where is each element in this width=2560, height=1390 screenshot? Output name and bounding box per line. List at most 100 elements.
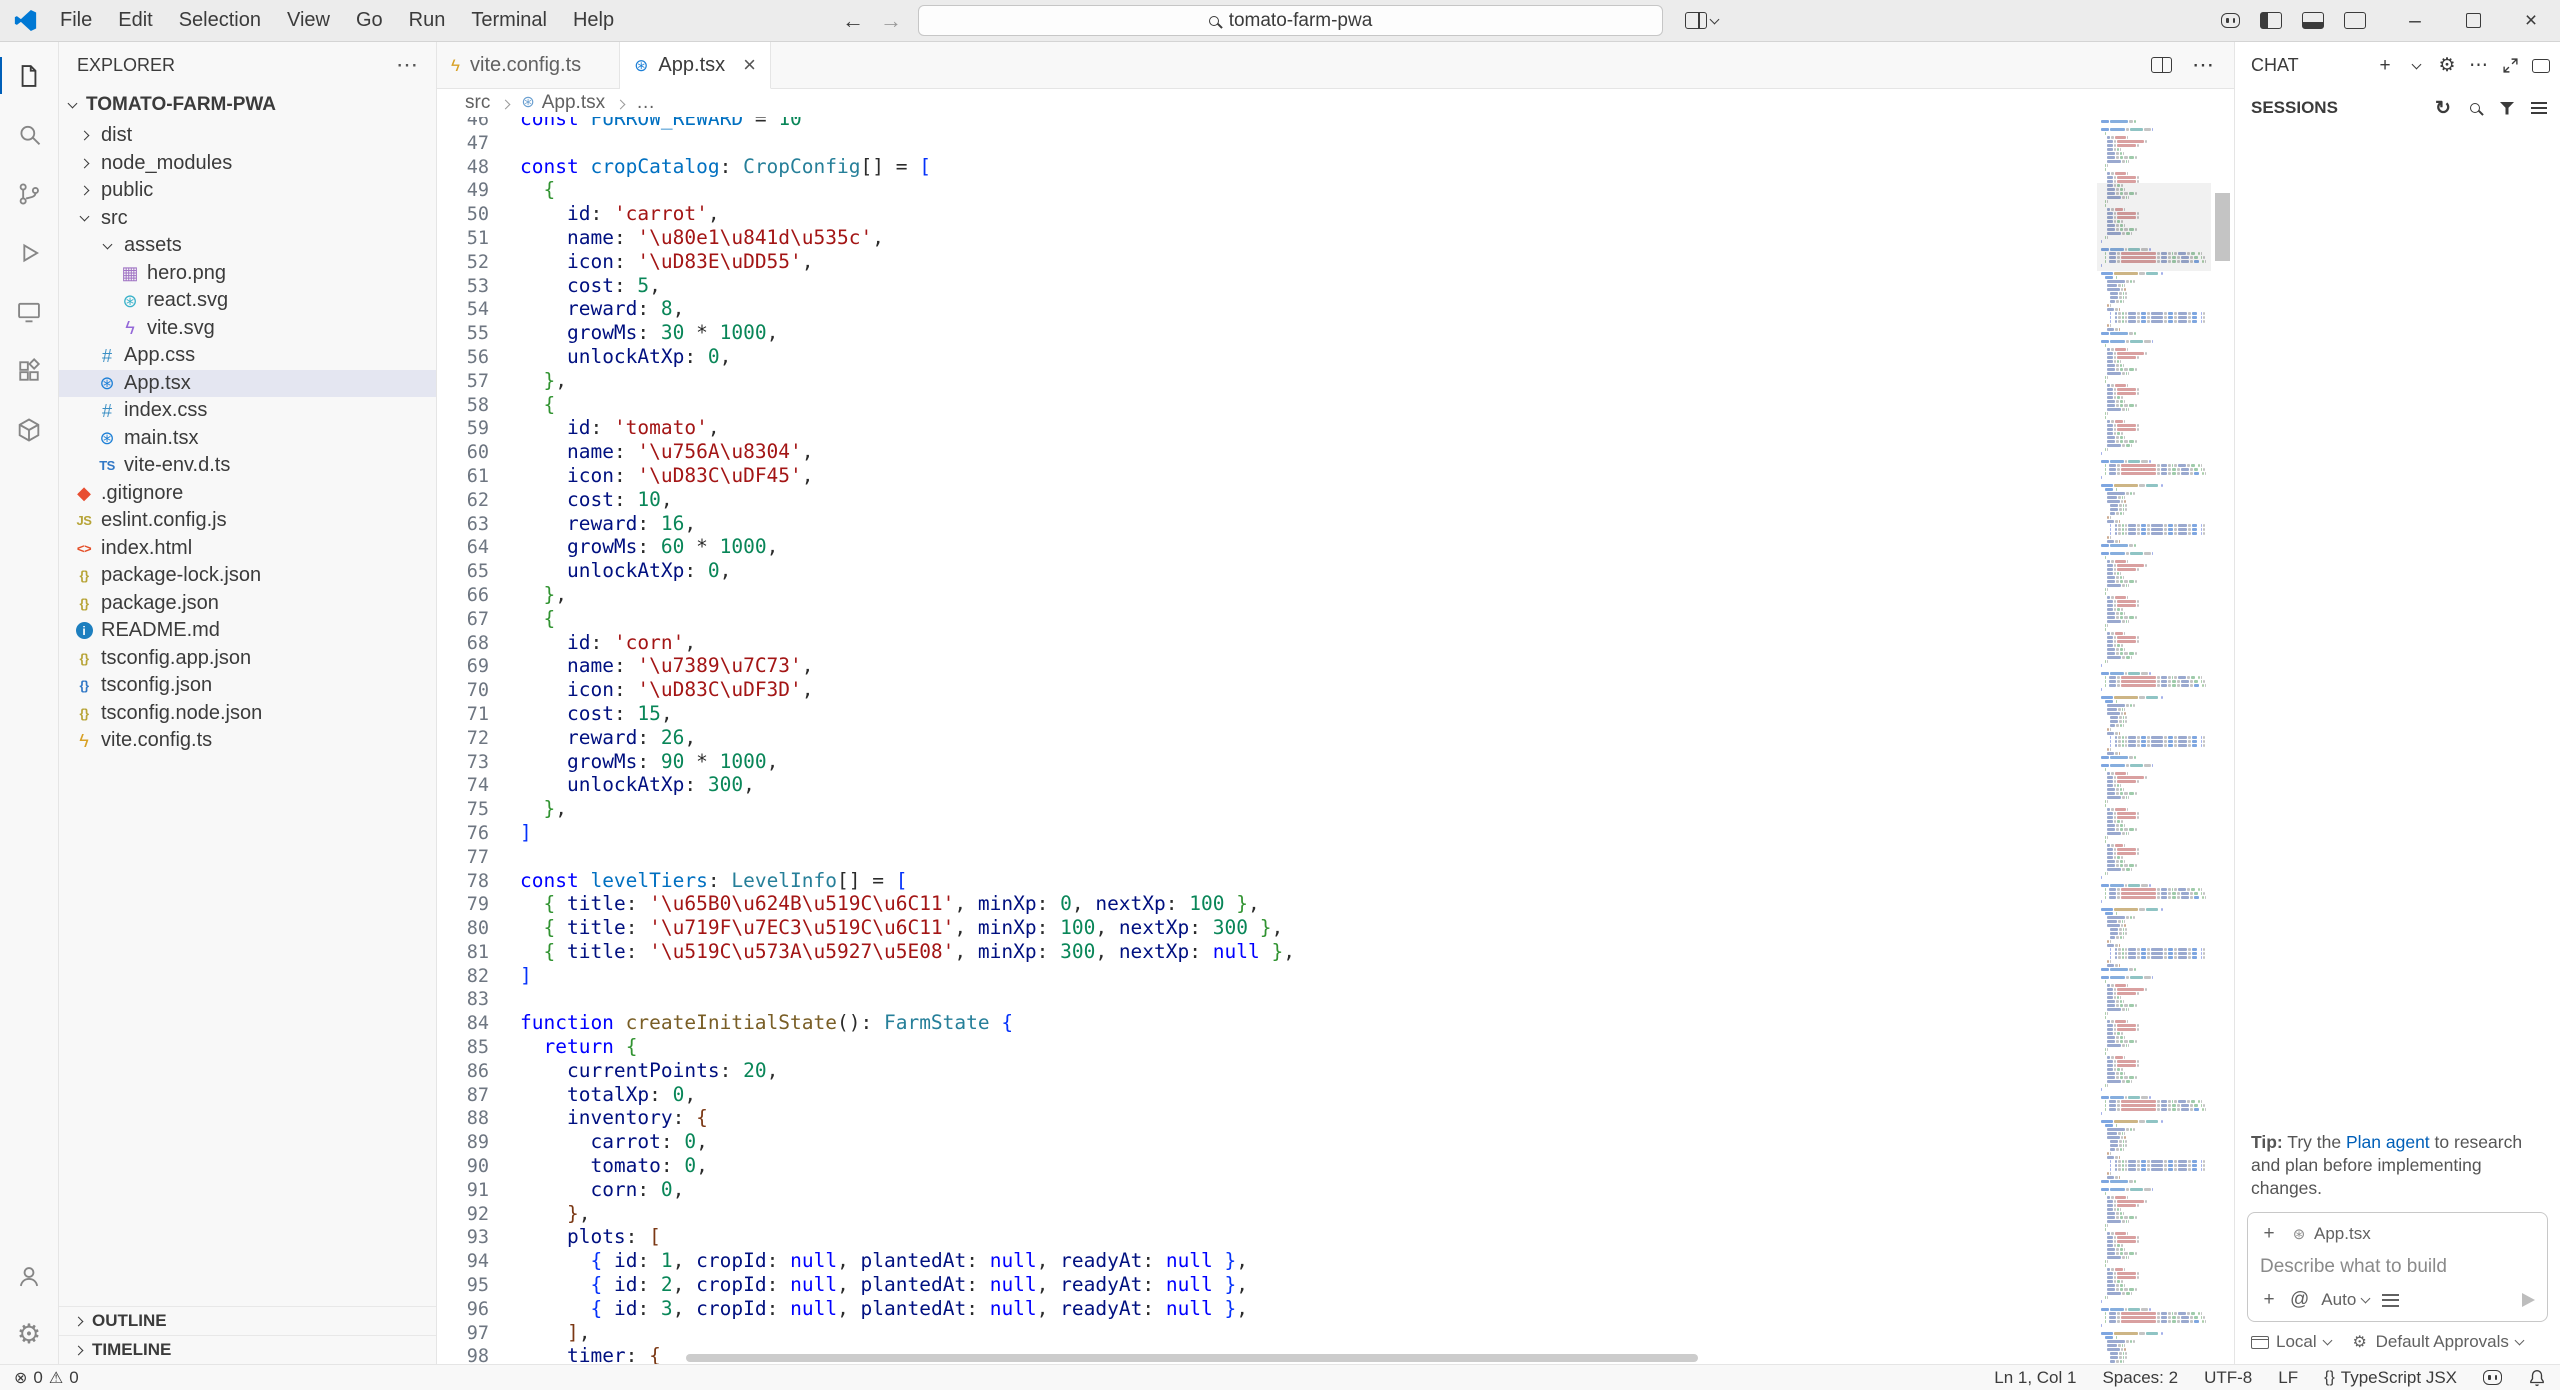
back-icon[interactable]: ←	[842, 8, 864, 34]
tab-vite.config.ts[interactable]: ϟvite.config.ts	[437, 42, 620, 88]
toggle-sidebar-icon[interactable]	[2260, 12, 2282, 29]
code-line-49[interactable]: 49 {	[437, 178, 2097, 202]
horizontal-scrollbar[interactable]	[520, 1352, 2094, 1364]
status-copilot[interactable]	[2483, 1370, 2502, 1385]
code-line-56[interactable]: 56 unlockAtXp: 0,	[437, 345, 2097, 369]
tree-file-App.tsx[interactable]: ⊛App.tsx	[59, 370, 436, 398]
settings-gear-icon[interactable]: ⚙	[0, 1305, 59, 1364]
attach-icon[interactable]: +	[2260, 1289, 2278, 1311]
code-line-68[interactable]: 68 id: 'corn',	[437, 631, 2097, 655]
search-input[interactable]: tomato-farm-pwa	[918, 5, 1663, 36]
search-view-icon[interactable]	[0, 105, 59, 164]
code-line-94[interactable]: 94 { id: 1, cropId: null, plantedAt: nul…	[437, 1249, 2097, 1273]
close-icon[interactable]: ×	[743, 54, 756, 76]
code-line-59[interactable]: 59 id: 'tomato',	[437, 416, 2097, 440]
maximize-button[interactable]	[2444, 0, 2502, 41]
code-line-92[interactable]: 92 },	[437, 1202, 2097, 1226]
tree-file-tsconfig.json[interactable]: {}tsconfig.json	[59, 672, 436, 700]
search-icon[interactable]	[2466, 103, 2484, 113]
status-notifications[interactable]	[2528, 1369, 2546, 1387]
code-line-80[interactable]: 80 { title: '\u719F\u7EC3\u519C\u6C11', …	[437, 916, 2097, 940]
chat-input[interactable]: Describe what to build	[2260, 1256, 2535, 1278]
code-line-47[interactable]: 47	[437, 131, 2097, 155]
toggle-panel-icon[interactable]	[2302, 12, 2324, 29]
breadcrumb-item-App.tsx[interactable]: ⊛App.tsx	[521, 92, 605, 114]
more-actions-icon[interactable]: ⋯	[2192, 52, 2214, 78]
chevron-down-icon[interactable]	[2407, 64, 2425, 68]
minimap-viewport[interactable]	[2097, 183, 2211, 271]
status-encoding[interactable]: UTF-8	[2204, 1368, 2252, 1388]
tree-file-index.css[interactable]: #index.css	[59, 397, 436, 425]
split-editor-icon[interactable]	[2151, 57, 2172, 73]
menu-file[interactable]: File	[47, 9, 105, 32]
code-line-83[interactable]: 83	[437, 987, 2097, 1011]
code-line-65[interactable]: 65 unlockAtXp: 0,	[437, 559, 2097, 583]
code-line-52[interactable]: 52 icon: '\uD83E\uDD55',	[437, 250, 2097, 274]
code-line-62[interactable]: 62 cost: 10,	[437, 488, 2097, 512]
code-line-60[interactable]: 60 name: '\u756A\u8304',	[437, 440, 2097, 464]
sliders-icon[interactable]	[2381, 1294, 2399, 1307]
code-line-73[interactable]: 73 growMs: 90 * 1000,	[437, 750, 2097, 774]
code-line-90[interactable]: 90 tomato: 0,	[437, 1154, 2097, 1178]
code-line-51[interactable]: 51 name: '\u80e1\u841d\u535c',	[437, 226, 2097, 250]
code-line-55[interactable]: 55 growMs: 30 * 1000,	[437, 321, 2097, 345]
code-line-77[interactable]: 77	[437, 845, 2097, 869]
code-line-76[interactable]: 76]	[437, 821, 2097, 845]
close-button[interactable]: ×	[2502, 0, 2560, 41]
account-icon[interactable]	[0, 1246, 59, 1305]
status-eol[interactable]: LF	[2278, 1368, 2298, 1388]
tree-folder-src[interactable]: src	[59, 205, 436, 233]
menu-go[interactable]: Go	[343, 9, 396, 32]
code-line-53[interactable]: 53 cost: 5,	[437, 274, 2097, 298]
tree-folder-assets[interactable]: assets	[59, 232, 436, 260]
explorer-icon[interactable]	[0, 46, 59, 105]
tree-file-README.md[interactable]: iREADME.md	[59, 617, 436, 645]
minimize-button[interactable]: –	[2386, 0, 2444, 41]
code-line-48[interactable]: 48const cropCatalog: CropConfig[] = [	[437, 155, 2097, 179]
tree-file-package.json[interactable]: {}package.json	[59, 590, 436, 618]
code-line-91[interactable]: 91 corn: 0,	[437, 1178, 2097, 1202]
code-line-46[interactable]: 46const FURROW_REWARD = 10	[437, 117, 2097, 131]
more-actions-icon[interactable]: ⋯	[396, 52, 418, 78]
toggle-secondary-sidebar-icon[interactable]	[2344, 12, 2366, 29]
code-line-81[interactable]: 81 { title: '\u519C\u573A\u5927\u5E08', …	[437, 940, 2097, 964]
view-mode-icon[interactable]	[2530, 102, 2548, 114]
tree-file-index.html[interactable]: <>index.html	[59, 535, 436, 563]
code-line-54[interactable]: 54 reward: 8,	[437, 297, 2097, 321]
close-secondary-sidebar-icon[interactable]	[2532, 59, 2550, 73]
tree-file-tsconfig.app.json[interactable]: {}tsconfig.app.json	[59, 645, 436, 673]
refresh-icon[interactable]: ↻	[2434, 97, 2452, 120]
tree-file-vite.config.ts[interactable]: ϟvite.config.ts	[59, 727, 436, 755]
source-control-icon[interactable]	[0, 164, 59, 223]
tree-file-hero.png[interactable]: ▦hero.png	[59, 260, 436, 288]
vertical-scrollbar[interactable]	[2211, 117, 2234, 1364]
new-chat-icon[interactable]: +	[2376, 55, 2394, 77]
code-line-78[interactable]: 78const levelTiers: LevelInfo[] = [	[437, 869, 2097, 893]
code-line-95[interactable]: 95 { id: 2, cropId: null, plantedAt: nul…	[437, 1273, 2097, 1297]
expand-icon[interactable]	[2501, 57, 2519, 74]
tree-root-folder[interactable]: TOMATO-FARM-PWA	[59, 88, 436, 122]
breadcrumb-item-…[interactable]: …	[636, 92, 655, 114]
code-line-58[interactable]: 58 {	[437, 393, 2097, 417]
remote-explorer-icon[interactable]	[0, 282, 59, 341]
menu-run[interactable]: Run	[396, 9, 459, 32]
customize-layout-button[interactable]	[1685, 12, 1718, 29]
code-line-93[interactable]: 93 plots: [	[437, 1225, 2097, 1249]
code-line-74[interactable]: 74 unlockAtXp: 300,	[437, 773, 2097, 797]
run-debug-icon[interactable]	[0, 223, 59, 282]
code-line-82[interactable]: 82]	[437, 964, 2097, 988]
plan-agent-link[interactable]: Plan agent	[2346, 1132, 2430, 1152]
menu-view[interactable]: View	[274, 9, 343, 32]
code-line-66[interactable]: 66 },	[437, 583, 2097, 607]
code-line-69[interactable]: 69 name: '\u7389\u7C73',	[437, 654, 2097, 678]
breadcrumb-item-src[interactable]: src	[465, 92, 490, 114]
tree-file-App.css[interactable]: #App.css	[59, 342, 436, 370]
code-line-67[interactable]: 67 {	[437, 607, 2097, 631]
extension-package-icon[interactable]	[0, 400, 59, 459]
code-line-61[interactable]: 61 icon: '\uD83C\uDF45',	[437, 464, 2097, 488]
more-actions-icon[interactable]: ⋯	[2469, 54, 2488, 77]
menu-selection[interactable]: Selection	[166, 9, 274, 32]
status-indentation[interactable]: Spaces: 2	[2102, 1368, 2178, 1388]
code-line-72[interactable]: 72 reward: 26,	[437, 726, 2097, 750]
add-context-icon[interactable]: +	[2260, 1223, 2278, 1245]
